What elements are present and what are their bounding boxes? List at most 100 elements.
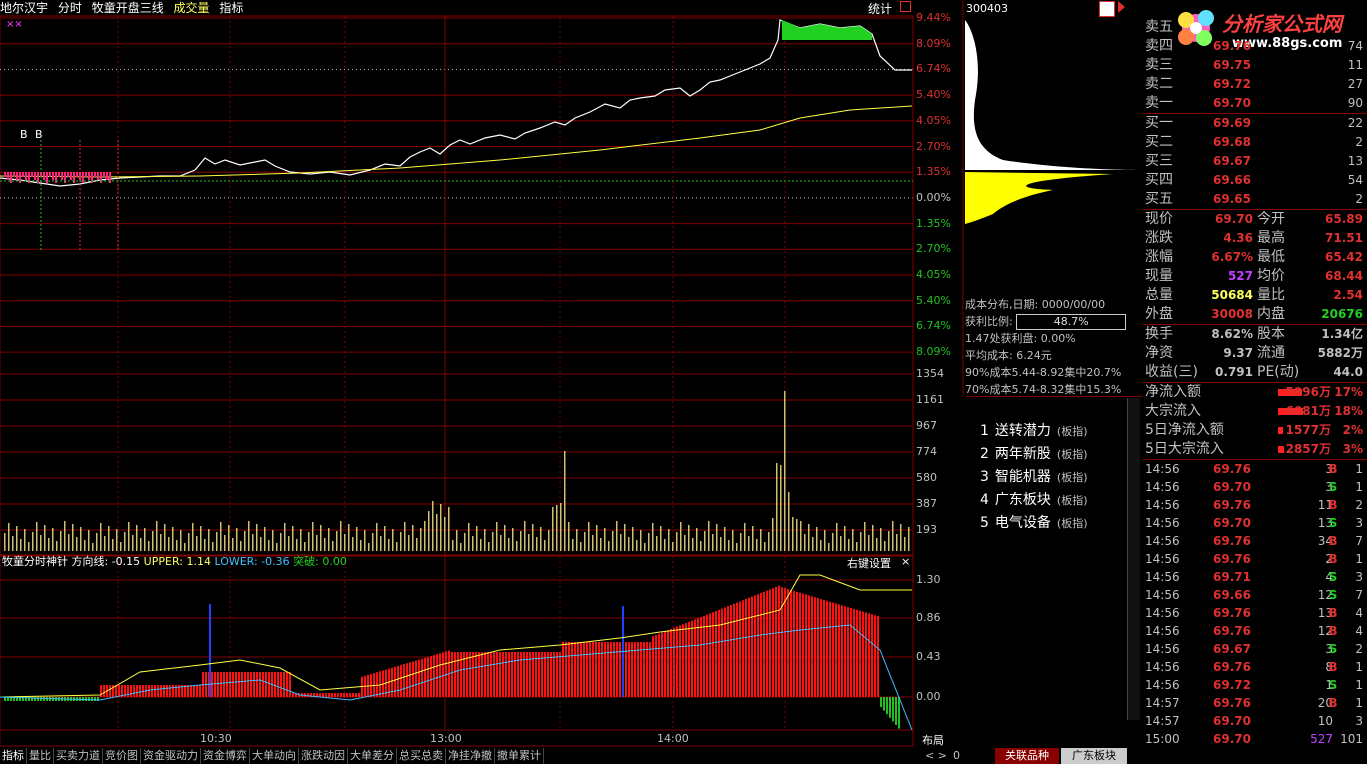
stat-row: 外盘 30008 内盘 20676 [1143,305,1367,324]
tick-row[interactable]: 14:56 69.76 13 B 4 [1143,604,1367,622]
tick-row[interactable]: 15:00 69.70 527 101 [1143,730,1367,748]
tick-price: 69.66 [1213,588,1251,602]
tick-row[interactable]: 14:56 69.76 8 B 1 [1143,658,1367,676]
indicator-direction: 方向线: -0.15 [71,555,141,568]
level-price: 69.76 [1213,39,1251,53]
bottom-tab[interactable]: 涨跌动因 [299,748,348,764]
nav-arrows[interactable]: < > [925,749,947,762]
buys-level[interactable]: 买四 69.66 54 [1143,171,1367,190]
tick-time: 14:56 [1145,624,1180,638]
price-axis-label: 8.09% [916,36,951,50]
menu-indicator[interactable]: 指标 [219,1,243,15]
tick-row[interactable]: 14:57 69.70 10 3 [1143,712,1367,730]
right-click-settings[interactable]: 右键设置 [847,555,891,571]
sells-level[interactable]: 卖五 [1143,18,1367,37]
price-axis-label: 6.74% [916,62,951,76]
bottom-tab[interactable]: 竞价图 [103,748,141,764]
sells-level[interactable]: 卖一 69.70 90 [1143,94,1367,113]
stat-value-2: 44.0 [1333,365,1363,379]
bottom-tab[interactable]: 买卖力道 [54,748,103,764]
level-label: 卖五 [1145,19,1173,35]
level-volume: 54 [1347,173,1363,187]
flow-value: 5996万 [1285,385,1331,399]
volume-axis-label: 1354 [916,367,944,380]
window-box-icon[interactable] [900,1,911,12]
flow-label: 5日净流入额 [1145,422,1224,438]
tick-row[interactable]: 14:56 69.67 3 S 2 [1143,640,1367,658]
bottom-tab[interactable]: 撤单累计 [495,748,544,764]
level-label: 买五 [1145,191,1173,207]
buys-level[interactable]: 买一 69.69 22 [1143,114,1367,133]
tick-row[interactable]: 14:56 69.70 13 S 3 [1143,514,1367,532]
tick-row[interactable]: 14:56 69.76 34 B 7 [1143,532,1367,550]
stats-button[interactable]: 统计 [868,0,892,17]
tick-time: 14:56 [1145,552,1180,566]
price-axis-label: 1.35% [916,165,951,179]
level-label: 卖一 [1145,95,1173,111]
tick-price: 69.76 [1213,624,1251,638]
flow-value: 6081万 [1285,404,1331,418]
price-axis-label: 2.70% [916,242,951,256]
sells-level[interactable]: 卖四 69.76 74 [1143,37,1367,56]
stat-value: 69.70 [1215,212,1253,226]
sector-name: 送转潜力 [994,423,1051,439]
stat-label: 总量 [1145,287,1173,303]
sells-level[interactable]: 卖二 69.72 27 [1143,75,1367,94]
menu-volume[interactable]: 成交量 [174,1,210,15]
sector-item[interactable]: 4 广东板块 (板指) [980,489,1094,512]
volume-axis-label: 580 [916,471,937,484]
time-axis-label: 14:00 [657,732,689,745]
sector-scrollbar[interactable] [1127,398,1140,720]
bottom-tab[interactable]: 资金驱动力 [141,748,201,764]
bottom-tab[interactable]: 资金博弈 [201,748,250,764]
bottom-tab[interactable]: 量比 [27,748,54,764]
sector-tag: (板指) [1056,425,1088,438]
tick-row[interactable]: 14:56 69.71 4 S 3 [1143,568,1367,586]
stat-label: 现价 [1145,211,1173,227]
sector-item[interactable]: 2 两年新股 (板指) [980,443,1094,466]
intraday-chart[interactable] [0,0,965,764]
menu-three-lines[interactable]: 牧童开盘三线 [92,1,164,15]
stat-label-2: 内盘 [1257,306,1285,322]
tick-row[interactable]: 14:56 69.76 3 B 1 [1143,460,1367,478]
tick-row[interactable]: 14:56 69.76 11 B 2 [1143,496,1367,514]
level-volume: 13 [1347,154,1363,168]
menu-intraday[interactable]: 分时 [58,1,82,15]
profit-line: 1.47处获利盘: 0.00% [965,332,1076,345]
stock-name[interactable]: 地尔汉宇 [0,1,48,15]
tick-row[interactable]: 14:57 69.76 20 B 1 [1143,694,1367,712]
tick-row[interactable]: 14:56 69.72 1 S 1 [1143,676,1367,694]
sector-item[interactable]: 5 电气设备 (板指) [980,512,1094,535]
layout-button[interactable]: 布局 [922,732,944,748]
tick-side: B [1328,462,1338,476]
tick-row[interactable]: 14:56 69.66 12 S 7 [1143,586,1367,604]
tick-count: 3 [1355,714,1363,728]
sector-item[interactable]: 3 智能机器 (板指) [980,466,1094,489]
tick-side: B [1328,624,1338,638]
stat-label-2: 股本 [1257,326,1285,342]
bottom-tab[interactable]: 净挂净撤 [446,748,495,764]
sells-level[interactable]: 卖三 69.75 11 [1143,56,1367,75]
bottom-tab[interactable]: 总买总卖 [397,748,446,764]
guangdong-sector-tab[interactable]: 广东板块 [1061,748,1127,764]
bottom-tab[interactable]: 大单差分 [348,748,397,764]
ratio-value: 48.7% [1016,314,1127,330]
tick-list[interactable]: 14:56 69.76 3 B 1 14:56 69.70 3 S 1 14:56 69.76 1 1 B 2… [1143,460,1367,748]
zero-button[interactable]: 0 [953,749,960,762]
buys-level[interactable]: 买五 69.65 2 [1143,190,1367,209]
flow-pct: 18% [1334,404,1363,418]
bottom-tab[interactable]: 指标 [0,748,27,764]
related-products-tab[interactable]: 关联品种 [995,748,1059,764]
tick-row[interactable]: 14:56 69.76 12 B 4 [1143,622,1367,640]
volume-axis-label: 1161 [916,393,944,406]
cost-distribution-chart [965,20,1138,224]
sector-item[interactable]: 1 送转潜力 (板指) [980,420,1094,443]
indicator-close-icon[interactable]: × [901,555,910,568]
tick-row[interactable]: 14:56 69.76 2 B 1 [1143,550,1367,568]
ratio-label: 获利比例: [965,315,1013,328]
buys-level[interactable]: 买三 69.67 13 [1143,152,1367,171]
bottom-tab[interactable]: 大单动向 [250,748,299,764]
level-price: 69.72 [1213,77,1251,91]
buys-level[interactable]: 买二 69.68 2 [1143,133,1367,152]
tick-row[interactable]: 14:56 69.70 3 S 1 [1143,478,1367,496]
